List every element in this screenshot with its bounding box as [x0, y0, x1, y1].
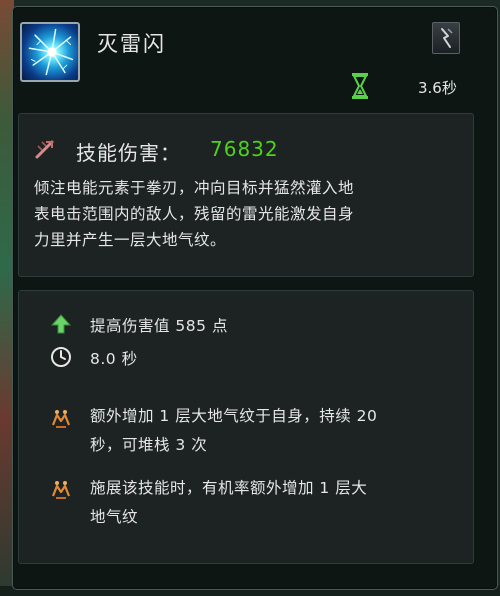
- effect-proc-text: 施展该技能时，有机率额外增加 1 层大 地气纹: [90, 474, 367, 532]
- effect-line: 秒，可堆栈 3 次: [90, 436, 208, 454]
- description-line: 表电击范围内的敌人，残留的雷光能激发自身: [34, 205, 355, 223]
- lightning-claw-icon: [432, 22, 460, 54]
- effect-line: 地气纹: [90, 508, 139, 526]
- damage-value: 76832: [210, 137, 279, 161]
- description-line: 倾注电能元素于拳刃，冲向目标并猛然灌入地: [34, 179, 355, 197]
- clock-icon: [51, 347, 71, 367]
- earth-rune-icon: [51, 410, 71, 428]
- damage-label: 技能伤害：: [76, 141, 181, 165]
- lightning-burst-icon: [20, 22, 80, 82]
- effect-stack-text: 额外增加 1 层大地气纹于自身，持续 20 秒，可堆栈 3 次: [90, 402, 377, 460]
- damage-icon: [35, 140, 54, 159]
- skill-name: 灭雷闪: [97, 32, 166, 56]
- damage-bonus-text: 提高伤害值 585 点: [90, 317, 228, 335]
- earth-rune-icon: [51, 481, 71, 499]
- effect-line: 额外增加 1 层大地气纹于自身，持续 20: [90, 407, 378, 425]
- green-up-arrow-icon: [50, 314, 72, 334]
- description-line: 力里并产生一层大地气纹。: [34, 231, 227, 249]
- skill-description: 倾注电能元素于拳刃，冲向目标并猛然灌入地 表电击范围内的敌人，残留的雷光能激发自…: [34, 175, 454, 253]
- duration-text: 8.0 秒: [90, 350, 138, 368]
- hourglass-icon: [352, 73, 368, 99]
- effect-line: 施展该技能时，有机率额外增加 1 层大: [90, 479, 368, 497]
- cooldown-time: 3.6秒: [418, 79, 457, 97]
